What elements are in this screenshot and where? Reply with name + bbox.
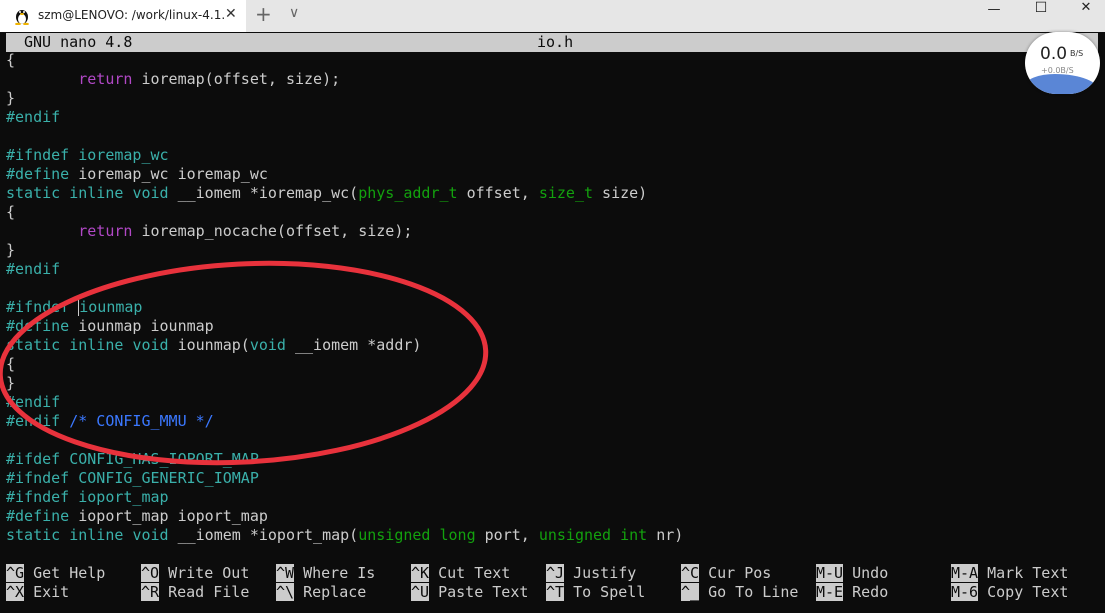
network-speed-unit: B/S <box>1070 49 1084 58</box>
network-speed-widget[interactable]: 0.0 B/S +0.0B/S <box>1025 32 1100 94</box>
network-upload-speed: +0.0B/S <box>1041 66 1074 75</box>
network-speed: 0.0 <box>1040 44 1068 64</box>
red-ellipse-annotation <box>0 260 489 466</box>
speed-wave <box>1025 74 1100 94</box>
